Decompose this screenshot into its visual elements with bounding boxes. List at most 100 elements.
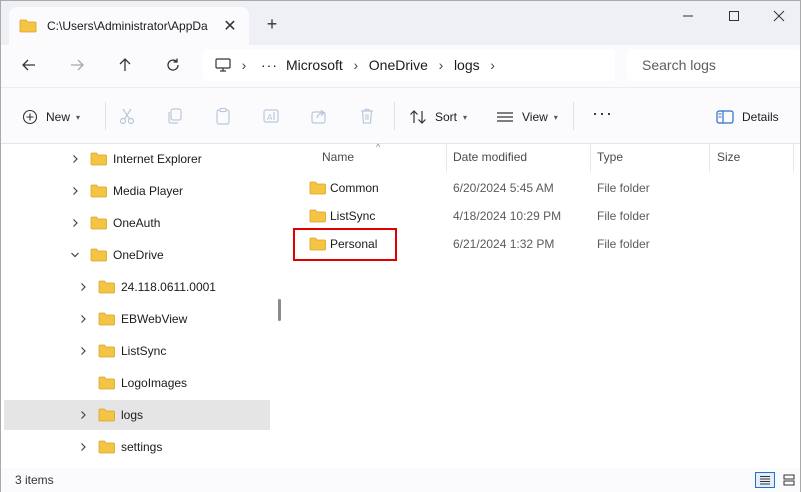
divider bbox=[105, 102, 106, 130]
tree-item[interactable]: Media Player bbox=[4, 176, 270, 206]
chevron-down-icon[interactable] bbox=[68, 240, 82, 270]
breadcrumb-microsoft[interactable]: Microsoft bbox=[286, 57, 343, 73]
tiles-view-icon bbox=[783, 474, 795, 486]
file-date: 6/20/2024 5:45 AM bbox=[453, 181, 554, 195]
tree-item[interactable]: OneAuth bbox=[4, 208, 270, 238]
refresh-button[interactable] bbox=[159, 53, 187, 77]
highlight-box bbox=[293, 228, 397, 261]
file-row[interactable]: ListSync 4/18/2024 10:29 PM File folder bbox=[288, 201, 800, 229]
delete-button[interactable] bbox=[357, 106, 377, 126]
file-name: ListSync bbox=[330, 209, 376, 223]
sort-icon bbox=[410, 110, 426, 124]
chevron-right-icon[interactable] bbox=[68, 144, 82, 174]
tree-item[interactable]: settings bbox=[4, 432, 270, 462]
tree-item[interactable]: OneDrive bbox=[4, 240, 270, 270]
chevron-right-icon[interactable]: › bbox=[428, 57, 454, 73]
chevron-down-icon: ▾ bbox=[553, 112, 558, 122]
folder-icon bbox=[98, 280, 115, 294]
copy-button[interactable] bbox=[165, 106, 185, 126]
forward-button[interactable] bbox=[63, 53, 91, 77]
details-label: Details bbox=[742, 110, 779, 124]
address-bar[interactable]: › ··· Microsoft › OneDrive › logs › bbox=[203, 49, 615, 81]
folder-icon bbox=[309, 181, 326, 195]
tree-item-label: 24.118.0611.0001 bbox=[121, 280, 216, 294]
maximize-button[interactable] bbox=[711, 1, 757, 31]
column-divider[interactable] bbox=[793, 144, 794, 172]
sort-button[interactable]: Sort ▾ bbox=[409, 106, 467, 128]
chevron-right-icon[interactable]: › bbox=[343, 57, 369, 73]
close-tab-icon[interactable]: ✕ bbox=[221, 17, 239, 35]
up-button[interactable] bbox=[111, 53, 139, 77]
column-divider[interactable] bbox=[709, 144, 710, 172]
details-pane-button[interactable]: Details bbox=[716, 106, 779, 128]
tree-item-label: Media Player bbox=[113, 184, 184, 198]
file-explorer-window: C:\Users\Administrator\AppDa ✕ + › ··· M… bbox=[0, 0, 801, 492]
tree-item[interactable]: ListSync bbox=[4, 336, 270, 366]
new-tab-button[interactable]: + bbox=[263, 14, 281, 34]
tree-item[interactable]: LogoImages bbox=[4, 368, 270, 398]
sort-label: Sort bbox=[435, 110, 458, 124]
column-divider[interactable] bbox=[590, 144, 591, 172]
folder-icon bbox=[98, 376, 115, 390]
breadcrumb-onedrive[interactable]: OneDrive bbox=[369, 57, 428, 73]
tree-item-label: LogoImages bbox=[121, 376, 188, 390]
chevron-right-icon[interactable]: › bbox=[231, 57, 257, 73]
column-header-size[interactable]: Size bbox=[717, 150, 740, 164]
close-window-button[interactable] bbox=[756, 1, 801, 31]
file-row[interactable]: Common 6/20/2024 5:45 AM File folder bbox=[288, 173, 800, 201]
column-divider[interactable] bbox=[446, 144, 447, 172]
paste-button[interactable] bbox=[213, 106, 233, 126]
address-row: › ··· Microsoft › OneDrive › logs › Sear… bbox=[1, 45, 800, 87]
tree-item-label: logs bbox=[121, 408, 144, 422]
chevron-down-icon: ▾ bbox=[76, 112, 81, 122]
tree-item[interactable]: EBWebView bbox=[4, 304, 270, 334]
rename-button[interactable]: A bbox=[261, 106, 281, 126]
sort-ascending-icon: ^ bbox=[376, 142, 381, 152]
rename-icon: A bbox=[263, 109, 279, 123]
cut-button[interactable] bbox=[117, 106, 137, 126]
folder-icon bbox=[90, 152, 107, 166]
chevron-right-icon[interactable] bbox=[68, 176, 82, 206]
chevron-right-icon[interactable] bbox=[76, 432, 90, 462]
tiles-view-button[interactable] bbox=[779, 472, 799, 488]
folder-icon bbox=[90, 184, 107, 198]
arrow-right-icon bbox=[71, 59, 84, 71]
tree-item-label: OneDrive bbox=[113, 248, 164, 262]
chevron-right-icon[interactable] bbox=[76, 304, 90, 334]
scrollbar-thumb[interactable] bbox=[278, 299, 281, 321]
back-button[interactable] bbox=[15, 53, 43, 77]
tab-current[interactable]: C:\Users\Administrator\AppDa ✕ bbox=[9, 7, 249, 45]
breadcrumb-logs[interactable]: logs bbox=[454, 57, 480, 73]
tree-item[interactable]: logs bbox=[4, 400, 270, 430]
minimize-button[interactable] bbox=[665, 1, 711, 31]
computer-icon bbox=[215, 58, 231, 72]
share-icon bbox=[311, 109, 326, 124]
file-date: 6/21/2024 1:32 PM bbox=[453, 237, 555, 251]
chevron-right-icon[interactable] bbox=[76, 336, 90, 366]
column-header-name[interactable]: Name bbox=[322, 150, 354, 164]
chevron-right-icon[interactable] bbox=[76, 272, 90, 302]
chevron-right-icon[interactable] bbox=[76, 400, 90, 430]
item-count: 3 items bbox=[15, 473, 54, 487]
share-button[interactable] bbox=[309, 106, 329, 126]
chevron-right-icon[interactable]: › bbox=[480, 57, 506, 73]
divider bbox=[394, 102, 395, 130]
more-options-button[interactable]: ··· bbox=[592, 102, 613, 124]
details-view-icon bbox=[760, 476, 770, 485]
folder-icon bbox=[90, 216, 107, 230]
svg-text:A: A bbox=[267, 113, 273, 122]
new-button[interactable]: New ▾ bbox=[22, 106, 80, 128]
folder-icon bbox=[98, 440, 115, 454]
file-type: File folder bbox=[597, 237, 650, 251]
details-view-button[interactable] bbox=[755, 472, 775, 488]
maximize-icon bbox=[729, 11, 739, 21]
search-input[interactable]: Search logs bbox=[627, 49, 800, 81]
chevron-right-icon[interactable] bbox=[68, 208, 82, 238]
file-type: File folder bbox=[597, 209, 650, 223]
tree-item[interactable]: 24.118.0611.0001 bbox=[4, 272, 270, 302]
column-header-date[interactable]: Date modified bbox=[453, 150, 527, 164]
breadcrumb-overflow[interactable]: ··· bbox=[261, 57, 278, 73]
view-button[interactable]: View ▾ bbox=[496, 106, 558, 128]
column-header-type[interactable]: Type bbox=[597, 150, 623, 164]
tree-item[interactable]: Internet Explorer bbox=[4, 144, 270, 174]
